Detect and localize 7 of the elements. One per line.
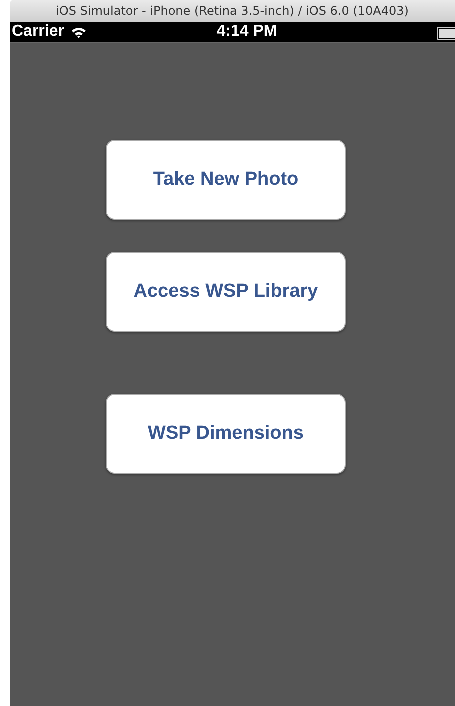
wifi-icon — [71, 26, 88, 38]
menu-button[interactable]: Access WSP Library — [106, 252, 346, 332]
window-title: iOS Simulator - iPhone (Retina 3.5-inch) / iOS 6.0 (10A403) — [56, 4, 409, 18]
carrier-label: Carrier — [12, 23, 64, 41]
menu-button[interactable]: Take New Photo — [106, 140, 346, 220]
status-time: 4:14 PM — [216, 23, 278, 41]
menu-button[interactable]: WSP Dimensions — [106, 394, 346, 474]
